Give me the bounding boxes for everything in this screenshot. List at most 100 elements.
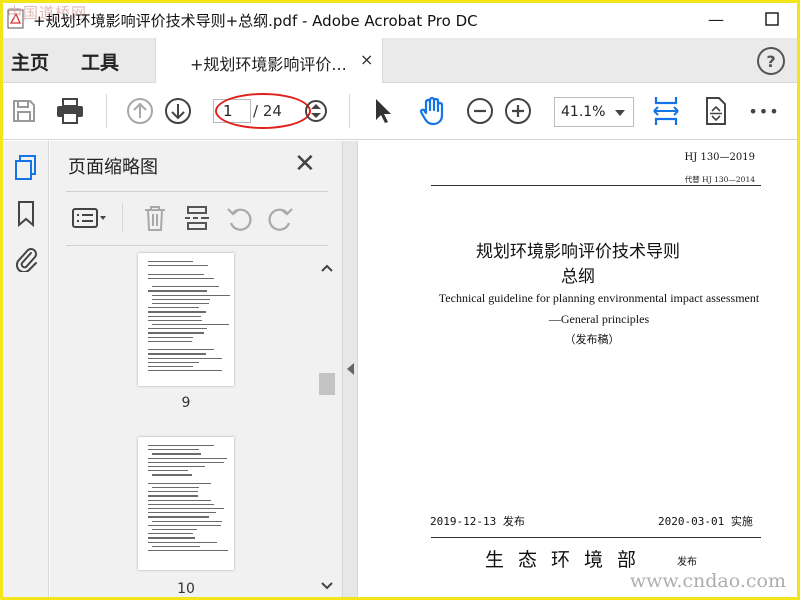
page-up-down-button[interactable] (299, 94, 333, 128)
options-menu-icon (72, 208, 106, 228)
thumbnail-text-line (148, 361, 199, 364)
next-page-button[interactable] (161, 94, 195, 128)
thumbnail-text-line (148, 495, 198, 497)
page-thumbnails-pane: 页面缩略图 ✕ 9 10 (50, 141, 342, 597)
effective-date: 2020-03-01 实施 (658, 515, 753, 528)
print-button[interactable] (53, 94, 87, 128)
paperclip-icon (15, 248, 37, 272)
thumbnail-text-line (148, 541, 217, 543)
footer-rule (431, 537, 761, 538)
thumbnail-text-line (152, 520, 223, 522)
thumbnail-text-line (148, 273, 205, 275)
rotate-counterclockwise-icon (227, 208, 252, 231)
close-pane-icon[interactable]: ✕ (294, 149, 316, 179)
page-thumbnails-button[interactable] (11, 153, 41, 183)
thumbnail-text-line (148, 340, 192, 343)
document-tab[interactable]: +规划环境影响评价... × (155, 38, 383, 83)
collapse-pane-icon[interactable] (347, 363, 354, 375)
thumbnail-text-line (148, 470, 188, 472)
menu-tools[interactable]: 工具 (81, 48, 119, 75)
issuer-suffix: 发布 (677, 557, 697, 568)
thumbnail-text-line (148, 332, 205, 334)
issuing-organization: 生态环境部 (485, 549, 651, 571)
menu-home[interactable]: 主页 (11, 48, 49, 75)
thumbnail-list: 9 10 (50, 249, 314, 597)
rotate-view-button[interactable] (699, 94, 733, 128)
thumbnail-text-line (148, 457, 227, 459)
thumbnail-text-line (148, 353, 206, 355)
help-icon[interactable]: ? (757, 47, 785, 75)
thumbnail-text-line (148, 508, 224, 510)
document-view[interactable]: HJ 130—2019 代替 HJ 130—2014 规划环境影响评价技术导则 … (359, 141, 797, 597)
pane-tools-divider (122, 203, 123, 233)
minimize-button[interactable]: — (701, 7, 731, 31)
toolbar-divider (106, 94, 107, 128)
thumbnail-text-line (148, 319, 203, 322)
hand-icon (419, 96, 444, 126)
thumbnail-text-line (148, 366, 194, 368)
scrollbar-thumb[interactable] (319, 373, 335, 395)
thumbnail-text-line (152, 324, 230, 326)
hand-tool-button[interactable] (415, 94, 449, 128)
zoom-in-button[interactable] (501, 94, 535, 128)
thumbnail-page[interactable] (138, 437, 234, 570)
header-rule (431, 185, 761, 186)
minimize-icon: — (708, 9, 724, 29)
pane-divider (66, 191, 328, 192)
select-tool-button[interactable] (366, 94, 400, 128)
thumbnail-text-line (148, 290, 208, 292)
thumbnail-text-line (148, 512, 217, 514)
document-subtitle-en: —General principles (548, 312, 650, 326)
window-title: +规划环境影响评价技术导则+总纲.pdf - Adobe Acrobat Pro… (33, 12, 478, 30)
thumbnail-text-line (152, 453, 202, 455)
pane-title: 页面缩略图 (68, 157, 158, 178)
thumbnail-text-line (148, 482, 212, 485)
help-icon-glyph: ? (766, 51, 776, 71)
delete-page-button[interactable] (140, 203, 170, 233)
toolbar-divider (349, 94, 350, 128)
rotate-ccw-button[interactable] (224, 203, 254, 233)
thumbnail-text-line (152, 286, 219, 288)
save-button[interactable] (7, 94, 41, 128)
thumbnail-text-line (148, 491, 199, 493)
close-tab-icon[interactable]: × (360, 50, 373, 69)
arrow-up-circle-icon (127, 98, 153, 124)
thumbnail-text-line (148, 550, 228, 552)
bookmarks-button[interactable] (11, 199, 41, 229)
attachments-button[interactable] (11, 243, 41, 273)
document-title-en: Technical guideline for planning environ… (438, 291, 760, 305)
zoom-level-select[interactable]: 41.1% (554, 97, 634, 127)
trash-icon (145, 206, 165, 231)
rotate-cw-button[interactable] (266, 203, 296, 233)
thumbnail-text-line (152, 303, 209, 305)
save-icon (13, 100, 35, 122)
thumbnail-text-line (148, 533, 193, 535)
thumbnail-text-line (148, 261, 193, 263)
zoom-out-button[interactable] (463, 94, 497, 128)
pane-collapse-strip[interactable] (342, 141, 358, 597)
thumbnail-text-line (152, 474, 193, 476)
thumbnail-text-line (148, 524, 222, 527)
draft-note: （发布稿） (564, 333, 620, 346)
thumbnail-text-line (148, 315, 202, 317)
rotate-clockwise-icon (268, 208, 293, 231)
extract-page-button[interactable] (182, 203, 212, 233)
thumbnail-scrollbar[interactable] (316, 249, 338, 597)
thumbnail-text-line (148, 328, 207, 330)
more-tools-button[interactable]: ••• (747, 94, 781, 128)
thumbnail-page-number: 9 (181, 395, 191, 411)
thumbnail-text-line (148, 311, 206, 313)
thumbnail-text-line (148, 357, 222, 359)
thumbnail-page[interactable] (138, 253, 234, 386)
document-tab-label: +规划环境影响评价... (190, 55, 347, 74)
issue-date: 2019-12-13 发布 (430, 515, 525, 528)
thumbnail-text-line (148, 499, 211, 501)
thumbnail-tools (66, 199, 328, 239)
maximize-button[interactable] (757, 7, 787, 31)
page-extract-icon (185, 206, 209, 230)
navigation-rail (3, 141, 49, 597)
thumbnail-text-line (148, 461, 224, 464)
previous-page-button[interactable] (123, 94, 157, 128)
thumbnail-options-button[interactable] (70, 203, 110, 233)
fit-width-button[interactable] (649, 94, 683, 128)
